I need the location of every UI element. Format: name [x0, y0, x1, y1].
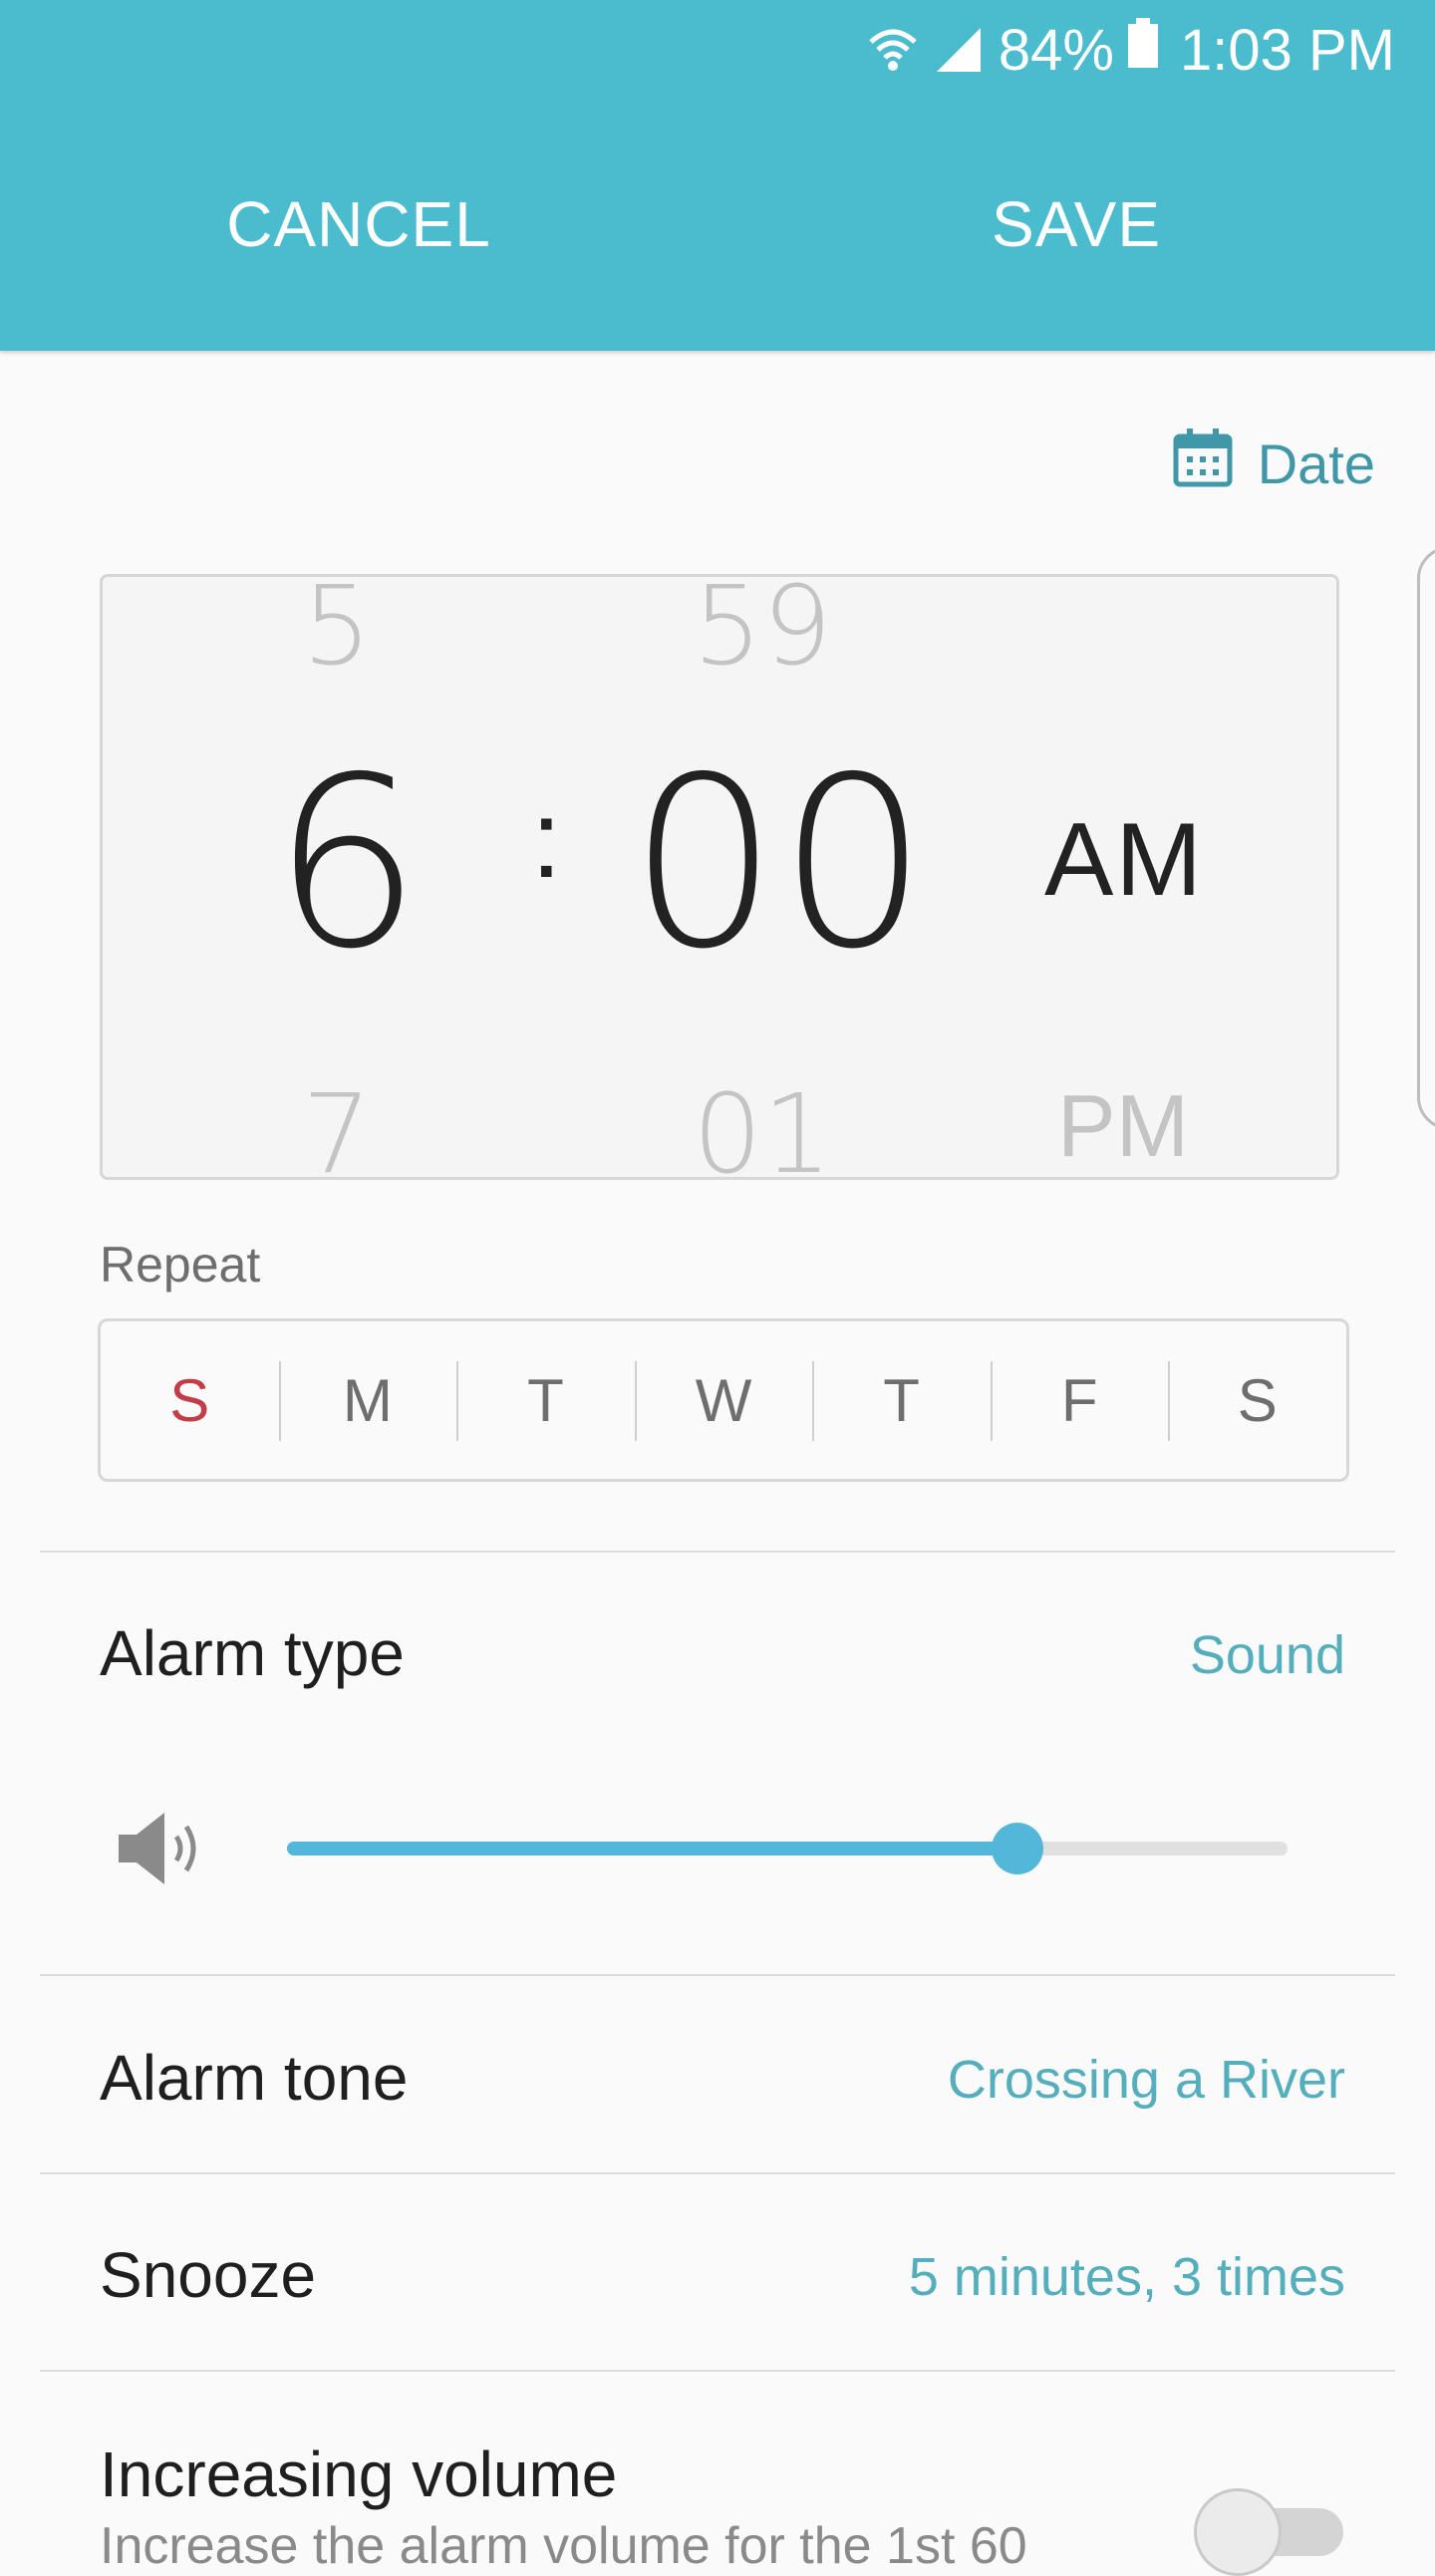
day-thursday[interactable]: T — [812, 1321, 991, 1479]
period-next[interactable]: PM — [1057, 1075, 1189, 1177]
alarm-type-value[interactable]: Sound — [1190, 1624, 1345, 1686]
increasing-volume-title[interactable]: Increasing volume — [100, 2437, 617, 2511]
repeat-label: Repeat — [100, 1237, 261, 1292]
battery-percent: 84% — [998, 17, 1114, 83]
day-monday[interactable]: M — [278, 1321, 457, 1479]
day-saturday[interactable]: S — [1168, 1321, 1346, 1479]
divider — [40, 2370, 1395, 2372]
repeat-days: S M T W T F S — [98, 1318, 1349, 1482]
increasing-volume-toggle[interactable] — [1194, 2488, 1349, 2576]
status-bar: 84% 1:03 PM — [867, 14, 1395, 86]
date-label: Date — [1257, 431, 1375, 495]
day-sunday[interactable]: S — [101, 1321, 279, 1479]
day-wednesday[interactable]: W — [634, 1321, 813, 1479]
day-tuesday[interactable]: T — [456, 1321, 635, 1479]
minute-value[interactable]: 00 — [629, 726, 928, 1001]
battery-icon — [1126, 17, 1160, 84]
wifi-icon — [867, 24, 919, 76]
calendar-icon — [1172, 427, 1258, 501]
save-button[interactable]: SAVE — [867, 179, 1286, 269]
toggle-knob — [1194, 2488, 1282, 2576]
minute-prev[interactable]: 59 — [693, 577, 832, 690]
date-button[interactable]: Date — [1172, 419, 1375, 508]
time-picker[interactable]: 5 6 7 : 59 00 01 AM PM — [100, 574, 1339, 1180]
day-friday[interactable]: F — [990, 1321, 1169, 1479]
edge-panel-handle[interactable] — [1417, 546, 1435, 1130]
app-header: 84% 1:03 PM CANCEL SAVE — [0, 0, 1435, 351]
alarm-type-title[interactable]: Alarm type — [100, 1616, 405, 1690]
volume-slider-thumb[interactable] — [991, 1823, 1043, 1874]
minute-next[interactable]: 01 — [693, 1070, 832, 1177]
snooze-title[interactable]: Snooze — [100, 2238, 316, 2312]
snooze-value[interactable]: 5 minutes, 3 times — [909, 2246, 1345, 2308]
alarm-tone-value[interactable]: Crossing a River — [948, 2049, 1345, 2111]
divider — [40, 1974, 1395, 1976]
time-separator: : — [531, 778, 562, 901]
alarm-tone-title[interactable]: Alarm tone — [100, 2041, 408, 2115]
volume-slider-fill — [287, 1842, 1017, 1856]
signal-icon — [933, 24, 985, 76]
status-time: 1:03 PM — [1180, 17, 1395, 83]
hour-prev[interactable]: 5 — [302, 577, 372, 690]
volume-icon — [115, 1809, 206, 1893]
increasing-volume-description: Increase the alarm volume for the 1st 60 — [100, 2517, 1027, 2575]
period-value[interactable]: AM — [1044, 801, 1204, 920]
volume-slider[interactable] — [287, 1823, 1288, 1874]
cancel-button[interactable]: CANCEL — [149, 179, 568, 269]
hour-value[interactable]: 6 — [272, 726, 422, 1001]
hour-next[interactable]: 7 — [302, 1070, 372, 1177]
divider — [40, 1551, 1395, 1553]
divider — [40, 2172, 1395, 2174]
